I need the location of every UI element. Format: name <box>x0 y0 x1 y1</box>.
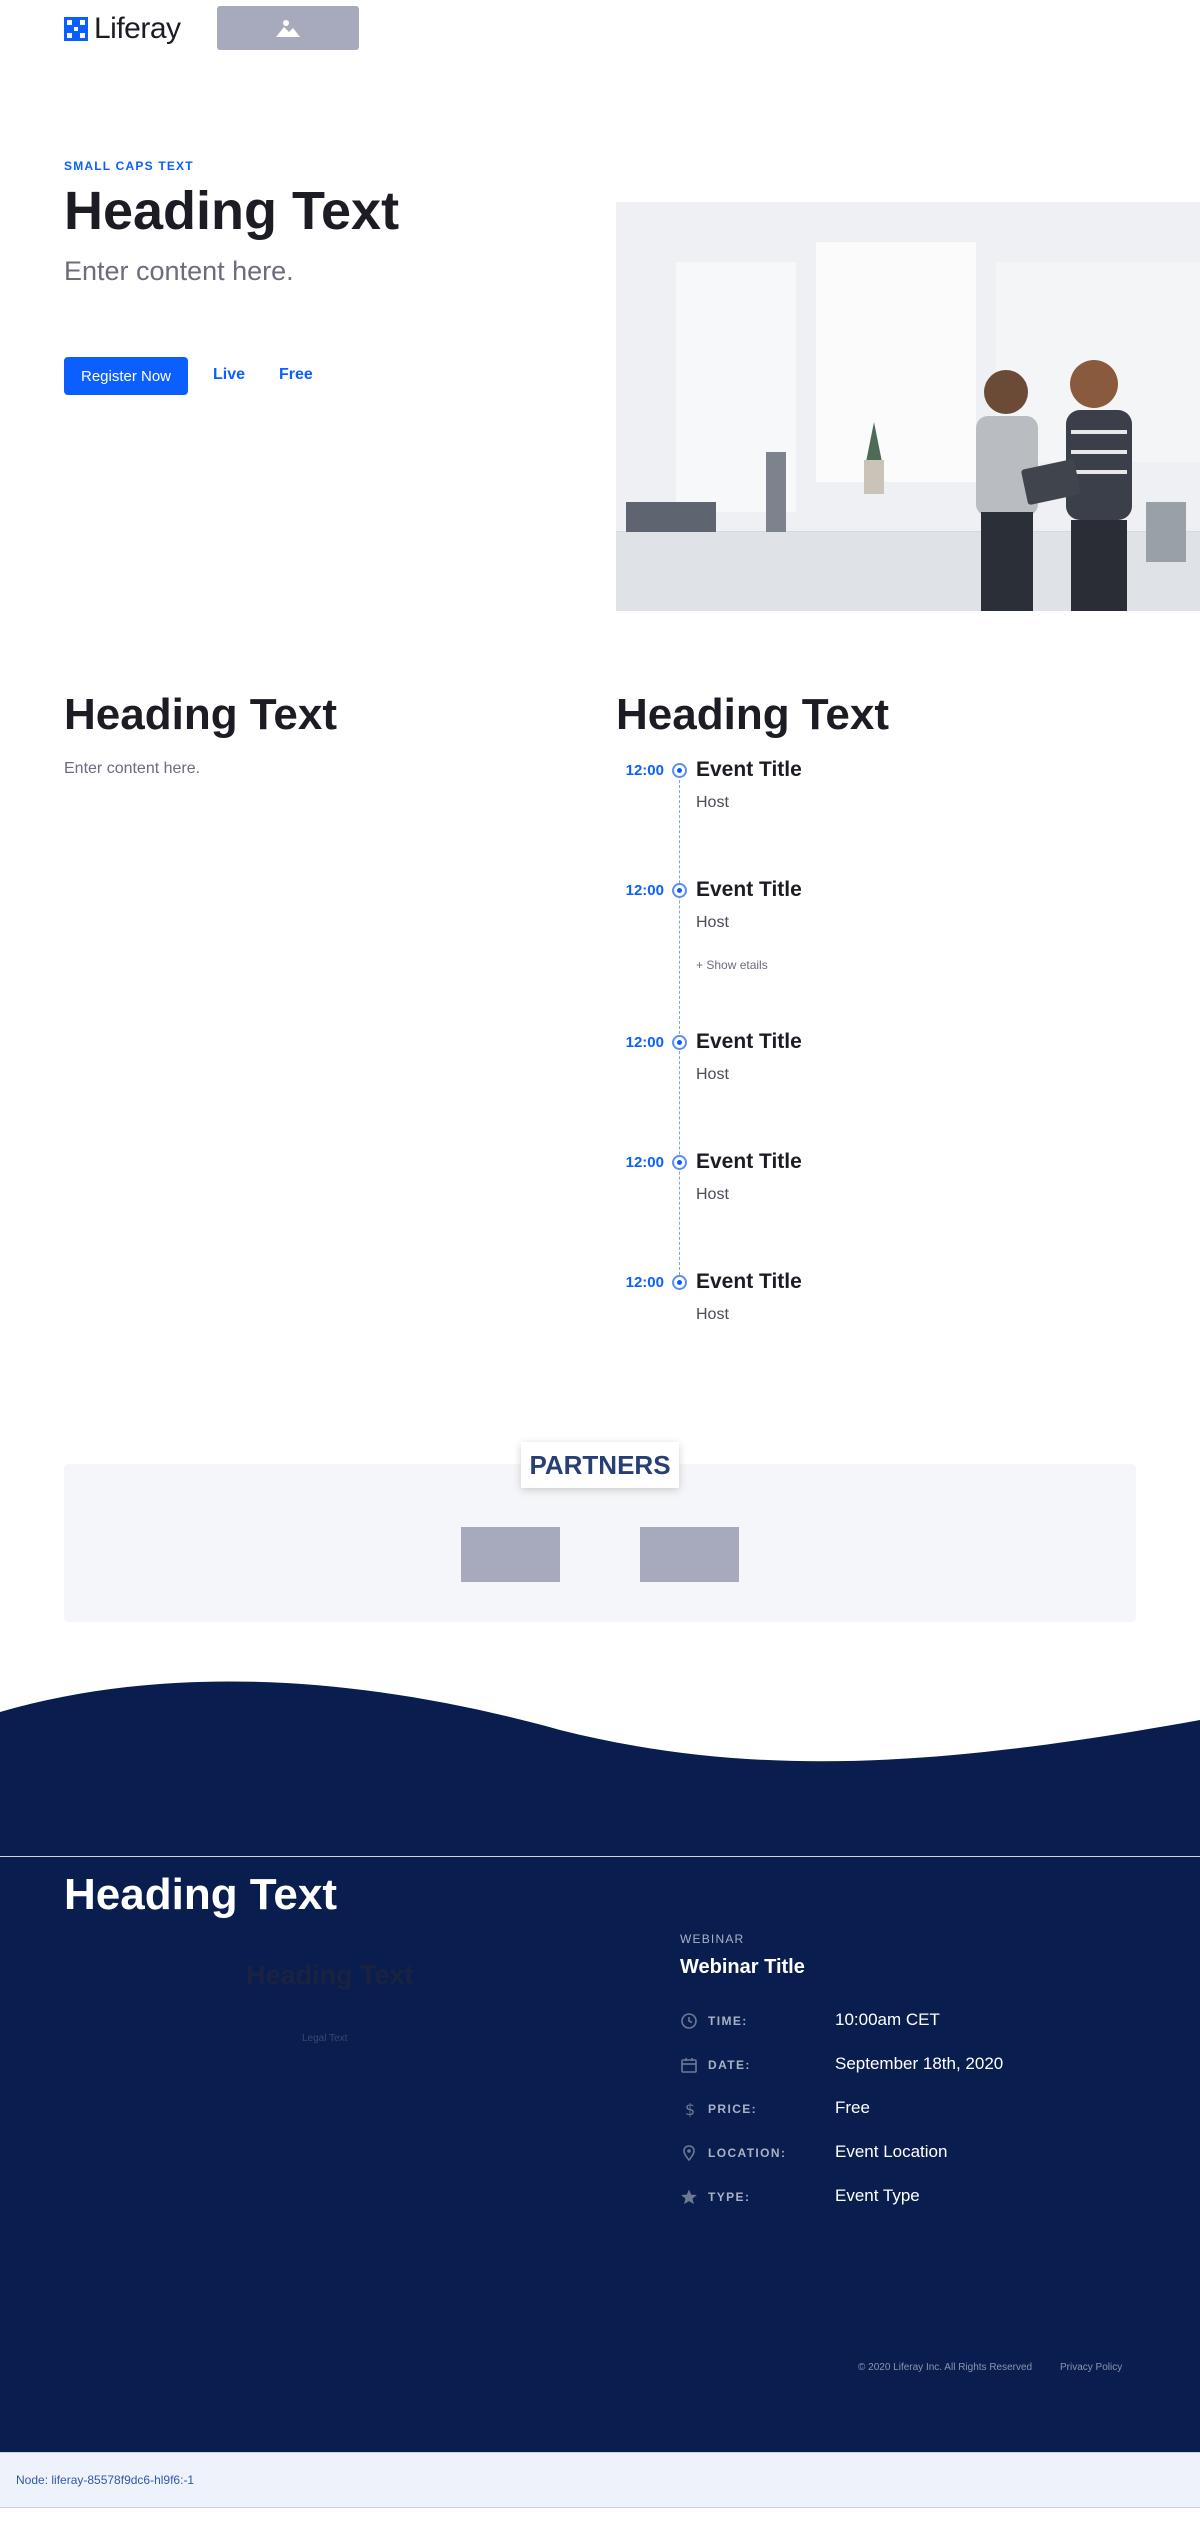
liferay-logo[interactable]: Liferay <box>64 12 181 46</box>
webinar-date-value: September 18th, 2020 <box>835 2054 1004 2073</box>
timeline-dot-icon <box>672 1275 687 1290</box>
webinar-date-label: DATE: <box>708 2058 751 2072</box>
location-pin-icon <box>683 2145 695 2162</box>
event-host: Host <box>696 1306 729 1323</box>
event-time: 12:00 <box>625 762 664 779</box>
event-host: Host <box>696 1186 729 1203</box>
event-host: Host <box>696 794 729 811</box>
footer-legal-text: Legal Text <box>302 2033 348 2044</box>
webinar-date-row: DATE: September 18th, 2020 <box>680 2054 1120 2078</box>
partners-label: PARTNERS <box>521 1442 679 1488</box>
webinar-time-label: TIME: <box>708 2014 748 2028</box>
timeline-dot-icon <box>672 763 687 778</box>
logo-text: Liferay <box>94 12 181 45</box>
content-heading: Heading Text <box>64 690 338 739</box>
event-title: Event Title <box>696 1270 802 1293</box>
partner-logo[interactable] <box>461 1527 560 1582</box>
footer-wave <box>0 1681 1200 1860</box>
timeline-dot-icon <box>672 1035 687 1050</box>
event-title: Event Title <box>696 1150 802 1173</box>
event-host: Host <box>696 1066 729 1083</box>
register-now-button[interactable]: Register Now <box>64 357 188 395</box>
event-time: 12:00 <box>625 1154 664 1171</box>
event-time: 12:00 <box>625 1274 664 1291</box>
webinar-time-row: TIME: 10:00am CET <box>680 2010 1120 2034</box>
webinar-time-value: 10:00am CET <box>835 2010 940 2029</box>
privacy-policy-link[interactable]: Privacy Policy <box>1060 2362 1122 2373</box>
partner-logo[interactable] <box>640 1527 739 1582</box>
copyright-text: © 2020 Liferay Inc. All Rights Reserved <box>858 2362 1033 2373</box>
liferay-logo-icon <box>64 17 88 41</box>
dollar-icon: $ <box>685 2100 695 2118</box>
webinar-location-label: LOCATION: <box>708 2146 787 2160</box>
event-title: Event Title <box>696 878 802 901</box>
event-time: 12:00 <box>625 1034 664 1051</box>
webinar-type-label: WEBINAR <box>680 1932 745 1946</box>
live-link[interactable]: Live <box>213 366 245 384</box>
webinar-title: Webinar Title <box>680 1956 805 1978</box>
event-title: Event Title <box>696 1030 802 1053</box>
webinar-price-value: Free <box>835 2098 870 2117</box>
webinar-type-row-value: Event Type <box>835 2186 920 2205</box>
calendar-icon <box>681 2058 697 2073</box>
clock-icon <box>681 2013 697 2029</box>
svg-text:$: $ <box>685 2100 695 2118</box>
webinar-type-row: TYPE: Event Type <box>680 2186 1120 2210</box>
webinar-price-row: $ PRICE: Free <box>680 2098 1120 2122</box>
event-host: Host <box>696 914 729 931</box>
show-details-link[interactable]: + Show etails <box>696 958 768 972</box>
footer-faint-heading: Heading Text <box>246 1960 414 1990</box>
star-icon <box>681 2189 697 2205</box>
timeline-line <box>679 770 680 1280</box>
node-info-bar: Node: liferay-85578f9dc6-hl9f6:-1 <box>0 2452 1200 2508</box>
webinar-type-row-label: TYPE: <box>708 2190 751 2204</box>
event-title: Event Title <box>696 758 802 781</box>
content-text: Enter content here. <box>64 760 201 777</box>
hero-subtitle: Enter content here. <box>64 256 294 286</box>
webinar-location-value: Event Location <box>835 2142 948 2161</box>
image-placeholder <box>217 6 359 50</box>
hero-heading: Heading Text <box>64 181 400 241</box>
event-time: 12:00 <box>625 882 664 899</box>
hero-photo-illustration <box>616 202 1200 611</box>
free-link[interactable]: Free <box>279 366 313 384</box>
timeline-dot-icon <box>672 883 687 898</box>
small-caps-text: SMALL CAPS TEXT <box>64 159 194 173</box>
hero-photo <box>616 202 1200 611</box>
agenda-heading: Heading Text <box>616 690 890 739</box>
webinar-location-row: LOCATION: Event Location <box>680 2142 1120 2166</box>
image-icon <box>276 20 300 37</box>
footer-heading: Heading Text <box>64 1870 338 1919</box>
webinar-price-label: PRICE: <box>708 2102 758 2116</box>
timeline-dot-icon <box>672 1155 687 1170</box>
node-info-text: Node: liferay-85578f9dc6-hl9f6:-1 <box>16 2473 195 2487</box>
footer-divider <box>0 1856 1200 1857</box>
